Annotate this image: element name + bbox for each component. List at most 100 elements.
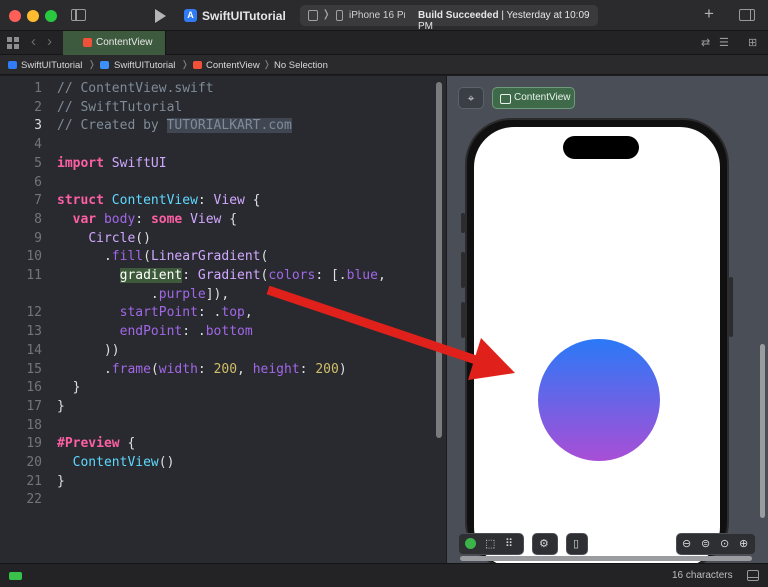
line-number: 16 — [26, 380, 42, 396]
iphone-preview-frame — [465, 118, 729, 568]
line-number: 4 — [34, 137, 42, 153]
jumpbar-project[interactable]: SwiftUITutorial — [21, 60, 82, 71]
iphone-device-icon: ▯ — [573, 538, 580, 550]
swift-file-icon — [193, 61, 202, 69]
code-text: .frame(width: 200, height: 200) — [57, 361, 347, 377]
project-title[interactable]: SwiftUITutorial — [202, 9, 286, 23]
device-screen — [474, 127, 720, 566]
chevron-right-icon: ❭ — [263, 59, 271, 69]
line-number: 3 — [34, 118, 42, 134]
project-icon — [8, 61, 17, 69]
line-number: 9 — [34, 230, 42, 246]
build-status-result: Build Succeeded — [418, 10, 499, 21]
code-text: gradient: Gradient(colors: [.blue, — [119, 268, 386, 283]
chevron-right-icon: ❭ — [181, 59, 189, 69]
line-number: 11 — [26, 268, 42, 283]
tab-contentview[interactable]: ContentView — [63, 31, 166, 55]
line-number: 13 — [26, 324, 42, 340]
code-text: .purple]), — [57, 286, 230, 302]
swap-arrows-icon[interactable]: ⇄ — [701, 36, 710, 49]
zoom-out-icon[interactable]: ⊖ — [682, 538, 691, 550]
line-number: 5 — [34, 155, 42, 171]
preview-selector-chip[interactable]: ContentView — [492, 87, 575, 109]
scheme-activity-box[interactable]: ❭ iPhone 16 Pro Build Succeeded | Yester… — [300, 5, 598, 32]
title-bar: A SwiftUITutorial ❭ iPhone 16 Pro Build … — [0, 0, 768, 32]
code-text: } — [57, 473, 65, 489]
debug-area-toggle-icon[interactable] — [747, 570, 759, 581]
swift-file-icon — [83, 38, 92, 47]
jump-bar: SwiftUITutorial ❭ SwiftUITutorial ❭ Cont… — [0, 55, 768, 75]
chevron-left-icon[interactable]: ‹ — [31, 33, 36, 50]
gradient-circle[interactable] — [538, 339, 660, 461]
variants-grid-icon[interactable]: ⠿ — [505, 538, 513, 550]
zoom-in-icon[interactable]: ⊕ — [739, 538, 748, 550]
line-number: 14 — [26, 342, 42, 358]
canvas-vertical-scrollbar[interactable] — [760, 344, 765, 518]
editor-scrollbar[interactable] — [436, 82, 442, 438]
source-editor[interactable]: 1 // ContentView.swift 2 // SwiftTutorial 3 /… — [0, 76, 446, 563]
line-number: 7 — [34, 193, 42, 209]
pin-preview-icon[interactable]: ⌖ — [458, 87, 484, 109]
zoom-fit-icon[interactable]: ⊜ — [701, 538, 710, 550]
device-select-button[interactable]: ▯ — [566, 533, 588, 555]
add-library-icon[interactable]: + — [704, 5, 714, 22]
build-status: Build Succeeded | Yesterday at 10:09 PM — [418, 10, 598, 32]
code-text: // ContentView.swift — [57, 81, 214, 96]
iphone-device-icon — [336, 10, 343, 21]
line-number: 15 — [26, 361, 42, 377]
line-number: 6 — [34, 174, 42, 190]
tab-label: ContentView — [96, 37, 153, 48]
close-window-button[interactable] — [9, 10, 21, 22]
code-text: } — [57, 398, 65, 414]
inspector-toggle-icon[interactable] — [739, 9, 755, 21]
jumpbar-file[interactable]: ContentView — [206, 60, 260, 71]
app-target-icon — [308, 10, 318, 21]
dynamic-island — [563, 136, 639, 159]
zoom-actual-icon[interactable]: ⊙ — [720, 538, 729, 550]
code-text: var body: some View { — [72, 211, 238, 227]
editor-tab-bar: ‹ › ContentView ⇄ ☰ ⊞ — [0, 31, 768, 55]
line-number: 12 — [26, 305, 42, 321]
chevron-right-icon: ❭ — [88, 59, 96, 69]
code-text: } — [57, 380, 81, 396]
code-text: struct ContentView: View { — [57, 193, 261, 209]
editor-options-icon[interactable]: ☰ — [719, 36, 729, 49]
zoom-window-button[interactable] — [45, 10, 57, 22]
folder-icon — [100, 61, 109, 69]
minimize-window-button[interactable] — [27, 10, 39, 22]
code-text: // Created by TUTORIALKART.com — [57, 118, 292, 134]
code-text: .fill(LinearGradient( — [57, 249, 269, 265]
app-project-icon: A — [184, 9, 197, 22]
jumpbar-symbol[interactable]: No Selection — [274, 60, 328, 71]
code-text: #Preview { — [57, 436, 136, 452]
line-number: 8 — [34, 211, 42, 227]
jumpbar-group[interactable]: SwiftUITutorial — [114, 60, 175, 71]
code-text: // SwiftTutorial — [57, 99, 183, 115]
chevron-right-icon: ❭ — [322, 9, 331, 20]
line-number: 22 — [26, 492, 42, 508]
run-destination-label[interactable]: iPhone 16 Pro — [349, 10, 405, 21]
character-count: 16 characters — [672, 570, 733, 581]
live-mode-icon[interactable] — [465, 538, 476, 549]
code-text: )) — [57, 342, 120, 358]
run-play-icon[interactable] — [155, 9, 166, 23]
selected-text: TUTORIALKART.com — [166, 118, 292, 134]
navigator-toggle-icon[interactable] — [71, 9, 86, 21]
debug-area-indicator-icon[interactable] — [9, 572, 22, 580]
device-settings-button[interactable]: ⚙ — [532, 533, 558, 555]
chevron-right-icon[interactable]: › — [47, 33, 52, 50]
canvas-horizontal-scrollbar[interactable] — [460, 556, 752, 561]
line-number: 21 — [26, 473, 42, 489]
status-bar: 16 characters — [0, 563, 768, 587]
power-button — [729, 277, 733, 337]
line-number: 19 — [26, 436, 42, 452]
code-text: Circle() — [88, 230, 151, 246]
line-number: 18 — [26, 417, 42, 433]
code-text: import SwiftUI — [57, 155, 167, 171]
line-number: 20 — [26, 455, 42, 470]
split-editor-icon[interactable]: ⊞ — [748, 36, 757, 49]
related-items-grid-icon[interactable] — [7, 37, 19, 49]
line-number: 17 — [26, 398, 42, 414]
selectable-mode-icon[interactable]: ⬚ — [485, 538, 495, 550]
code-text: endPoint: .bottom — [119, 324, 253, 340]
